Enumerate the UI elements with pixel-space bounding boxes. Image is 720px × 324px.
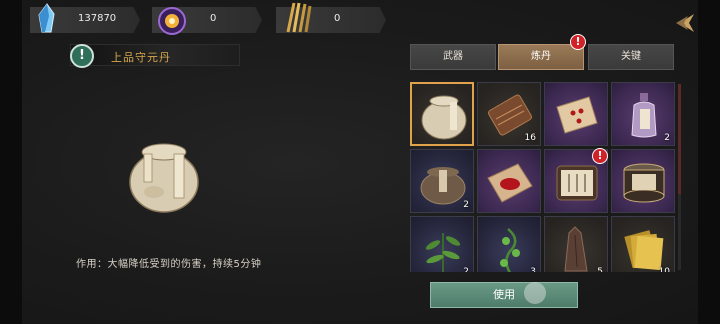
slot-tree-stump[interactable]: 5 [544,216,608,272]
gold-papers-icon [624,230,664,271]
herb-plant-icon [425,233,461,272]
slot-count: 3 [530,267,536,272]
slot-count: 10 [658,267,670,272]
inventory-grid: 16 2 2 ! 2 3 5 10 [410,82,676,272]
tab-key-items[interactable]: 关键 [588,44,674,70]
slot-count: 16 [524,133,536,143]
glowing-orb-icon [158,7,186,35]
slot-talisman-badge: ! [592,148,608,164]
slot-red-seal-paper[interactable] [544,82,608,146]
slot-herb-plant[interactable]: 2 [410,216,474,272]
slot-ceramic-jar[interactable] [410,82,474,146]
slot-gold-papers[interactable]: 10 [611,216,675,272]
resource-arrows-value: 0 [334,13,341,24]
slot-count: 2 [664,133,670,143]
ornate-box-icon [623,163,665,203]
item-name: 上品守元丹 [111,51,171,64]
game-screen: 137870 0 0 ! 上品守元丹 作用：大幅降低受到的伤害，持续5分钟 武器… [0,0,720,324]
crystal-icon [38,3,55,33]
slot-count: 2 [463,200,469,210]
item-title-bar: ! 上品守元丹 [70,44,240,68]
arrows-bundle-icon [286,2,312,33]
talisman-roll-icon [556,165,598,201]
red-seal-paper-icon [556,96,598,134]
slot-purple-bottle[interactable]: 2 [611,82,675,146]
slot-count: 5 [597,267,603,272]
slot-bamboo-scroll[interactable]: 16 [477,82,541,146]
ceramic-jar-item-icon [421,95,467,140]
use-button[interactable]: 使用 [430,282,578,308]
letterbox-right [698,0,720,324]
tab-alchemy-badge: ! [570,34,586,50]
slot-count: 2 [463,267,469,272]
item-description: 作用：大幅降低受到的伤害，持续5分钟 [76,259,262,270]
touch-indicator [524,282,546,304]
slot-ornate-box[interactable] [611,149,675,213]
ceramic-jar-icon [129,143,199,213]
settings-arrow-icon[interactable] [674,12,696,34]
tree-stump-icon [564,226,588,272]
tab-weapons[interactable]: 武器 [410,44,496,70]
purple-bottle-icon [631,93,657,138]
slot-blood-paper[interactable] [477,149,541,213]
letterbox-left [0,0,22,324]
vine-herb-icon [500,228,520,272]
slot-clay-pot[interactable]: 2 [410,149,474,213]
blood-paper-icon [487,163,533,203]
alert-icon: ! [70,44,94,68]
grid-scrollbar-thumb[interactable] [678,84,681,194]
clay-pot-icon [420,167,466,205]
slot-vine-herb[interactable]: 3 [477,216,541,272]
resource-crystal-value: 137870 [78,13,117,24]
resource-orb-value: 0 [210,13,217,24]
